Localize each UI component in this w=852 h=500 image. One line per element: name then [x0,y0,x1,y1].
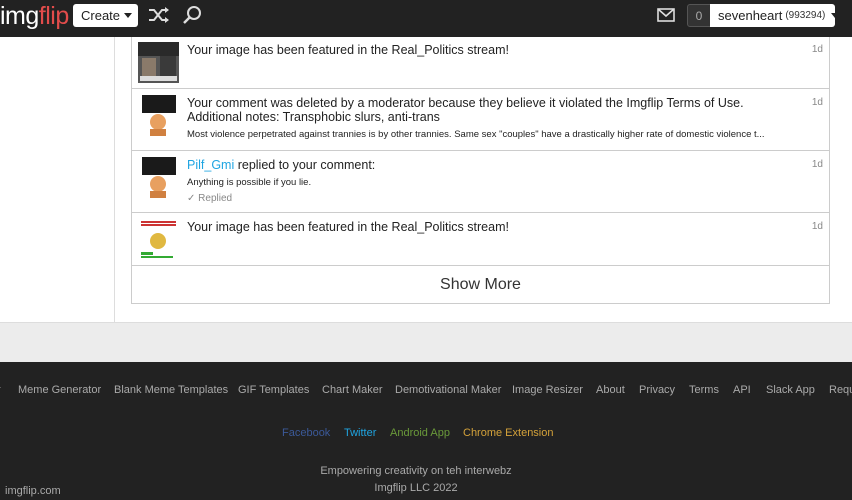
search-icon[interactable] [182,5,202,25]
facebook-link[interactable]: Facebook [282,427,330,439]
chevron-down-icon [831,13,840,18]
notification-item[interactable]: Pilf_Gmi replied to your comment: Anythi… [132,151,829,213]
footer-link-privacy[interactable]: Privacy [639,384,675,396]
create-label: Create [81,8,121,23]
top-header: imgflip Create 0 sevenheart (993294) [0,0,852,37]
twitter-link[interactable]: Twitter [344,427,376,439]
notification-text: Your comment was deleted by a moderator … [187,96,744,124]
logo-flip-text: flip [38,2,69,30]
imgflip-logo[interactable]: imgflip [0,2,69,31]
footer-link-partial[interactable]: Requ [829,384,852,396]
chevron-down-icon [124,13,133,18]
notification-time: 1d [811,221,823,232]
notification-text: Your image has been featured in the Real… [187,43,509,57]
site-footer: r Meme Generator Blank Meme Templates GI… [0,362,852,500]
show-more-button[interactable]: Show More [132,266,829,303]
sidebar-divider [114,37,115,322]
reply-text: replied to your comment: [234,158,376,172]
page-bottom-band [0,322,852,362]
footer-link-about[interactable]: About [596,384,625,396]
notification-item[interactable]: Your image has been featured in the Real… [132,213,829,266]
featured-image-thumbnail[interactable] [138,219,179,260]
check-icon: ✓ [187,193,196,204]
chrome-extension-link[interactable]: Chrome Extension [463,427,554,439]
deleted-comment-thumbnail[interactable] [138,95,179,136]
create-button[interactable]: Create [73,4,138,27]
footer-link-meme-generator[interactable]: Meme Generator [18,384,101,396]
footer-link-chart-maker[interactable]: Chart Maker [322,384,383,396]
footer-link-partial[interactable]: r [0,384,1,396]
footer-tagline: Empowering creativity on teh interwebz [320,465,512,477]
featured-image-thumbnail[interactable] [138,42,179,83]
user-points: (993294) [785,10,826,21]
shuffle-icon[interactable] [147,6,171,24]
logo-img-text: img [0,2,39,30]
footer-link-image-resizer[interactable]: Image Resizer [512,384,583,396]
footer-links: r Meme Generator Blank Meme Templates GI… [0,384,852,400]
notification-text: Pilf_Gmi replied to your comment: [187,158,787,172]
replied-status: ✓ Replied [187,193,232,204]
user-menu-button[interactable]: sevenheart (993294) [710,4,840,27]
footer-domain: imgflip.com [5,485,61,497]
notification-item[interactable]: Your comment was deleted by a moderator … [132,89,829,151]
footer-link-slack-app[interactable]: Slack App [766,384,815,396]
reply-thumbnail[interactable] [138,157,179,198]
footer-link-api[interactable]: API [733,384,751,396]
footer-link-terms[interactable]: Terms [689,384,719,396]
notification-time: 1d [811,159,823,170]
footer-link-blank-templates[interactable]: Blank Meme Templates [114,384,228,396]
notification-time: 1d [811,44,823,55]
notification-time: 1d [811,97,823,108]
mail-icon[interactable] [657,8,675,22]
replied-label: Replied [198,193,233,204]
username: sevenheart [718,8,783,23]
android-app-link[interactable]: Android App [390,427,450,439]
notification-text: Your image has been featured in the Real… [187,220,509,234]
notification-count-badge[interactable]: 0 [687,4,711,27]
main-content: Your image has been featured in the Real… [0,37,852,322]
reply-username-link[interactable]: Pilf_Gmi [187,158,234,172]
notifications-panel: Your image has been featured in the Real… [131,37,830,304]
footer-link-demotivational[interactable]: Demotivational Maker [395,384,501,396]
notification-item[interactable]: Your image has been featured in the Real… [132,37,829,89]
footer-link-gif-templates[interactable]: GIF Templates [238,384,309,396]
deleted-comment-preview: Most violence perpetrated against tranni… [187,129,765,140]
reply-preview: Anything is possible if you lie. [187,177,312,188]
footer-copyright: Imgflip LLC 2022 [374,482,458,494]
